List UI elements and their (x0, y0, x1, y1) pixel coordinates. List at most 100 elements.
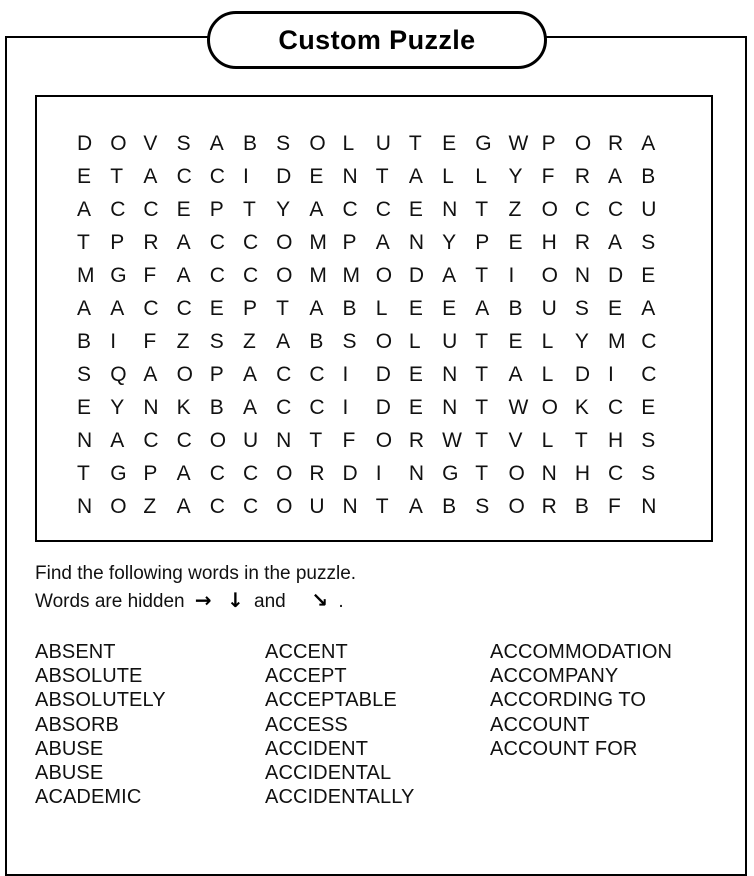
puzzle-grid-cell[interactable]: C (641, 364, 674, 385)
word-list-item[interactable]: ACCIDENTAL (265, 761, 490, 785)
puzzle-grid-cell[interactable]: C (608, 199, 641, 220)
puzzle-grid-cell[interactable]: R (608, 133, 641, 154)
puzzle-grid-cell[interactable]: U (243, 430, 276, 451)
puzzle-grid-cell[interactable]: B (575, 496, 608, 517)
puzzle-grid-cell[interactable]: C (575, 199, 608, 220)
puzzle-grid-cell[interactable]: Z (508, 199, 541, 220)
puzzle-grid-cell[interactable]: Y (442, 232, 475, 253)
puzzle-grid-cell[interactable]: D (608, 265, 641, 286)
puzzle-grid-cell[interactable]: E (641, 265, 674, 286)
puzzle-grid-cell[interactable]: B (210, 397, 243, 418)
puzzle-grid-cell[interactable]: S (343, 331, 376, 352)
puzzle-grid-cell[interactable]: O (276, 463, 309, 484)
word-list-item[interactable]: ABSENT (35, 640, 265, 664)
puzzle-grid-cell[interactable]: D (276, 166, 309, 187)
puzzle-grid-cell[interactable]: A (442, 265, 475, 286)
puzzle-grid-cell[interactable]: C (641, 331, 674, 352)
puzzle-grid-cell[interactable]: R (575, 166, 608, 187)
word-list-item[interactable]: ACCOMPANY (490, 664, 735, 688)
puzzle-grid-cell[interactable]: E (77, 166, 110, 187)
puzzle-grid-cell[interactable]: C (276, 397, 309, 418)
puzzle-grid-cell[interactable]: S (641, 232, 674, 253)
puzzle-grid-cell[interactable]: G (442, 463, 475, 484)
puzzle-grid-cell[interactable]: C (243, 496, 276, 517)
puzzle-grid-cell[interactable]: P (542, 133, 575, 154)
puzzle-grid-cell[interactable]: V (143, 133, 176, 154)
puzzle-grid-cell[interactable]: C (110, 199, 143, 220)
puzzle-grid-cell[interactable]: W (508, 397, 541, 418)
puzzle-grid-cell[interactable]: P (110, 232, 143, 253)
puzzle-grid-cell[interactable]: V (508, 430, 541, 451)
puzzle-grid-cell[interactable]: E (508, 232, 541, 253)
puzzle-grid-cell[interactable]: E (508, 331, 541, 352)
puzzle-grid-cell[interactable]: F (343, 430, 376, 451)
puzzle-grid-cell[interactable]: D (376, 397, 409, 418)
puzzle-grid-cell[interactable]: I (508, 265, 541, 286)
puzzle-grid-cell[interactable]: H (542, 232, 575, 253)
puzzle-grid-cell[interactable]: R (143, 232, 176, 253)
puzzle-grid-cell[interactable]: C (143, 199, 176, 220)
puzzle-grid-cell[interactable]: N (542, 463, 575, 484)
puzzle-grid-cell[interactable]: Y (508, 166, 541, 187)
puzzle-grid-cell[interactable]: E (409, 397, 442, 418)
puzzle-grid-cell[interactable]: R (542, 496, 575, 517)
puzzle-grid-cell[interactable]: L (343, 133, 376, 154)
puzzle-grid-cell[interactable]: O (542, 265, 575, 286)
puzzle-grid-cell[interactable]: Y (110, 397, 143, 418)
puzzle-grid-cell[interactable]: R (409, 430, 442, 451)
puzzle-grid-cell[interactable]: K (177, 397, 210, 418)
puzzle-grid-cell[interactable]: F (143, 265, 176, 286)
puzzle-grid-cell[interactable]: U (309, 496, 342, 517)
puzzle-grid-cell[interactable]: S (475, 496, 508, 517)
puzzle-grid-cell[interactable]: T (409, 133, 442, 154)
puzzle-grid-cell[interactable]: S (210, 331, 243, 352)
puzzle-grid-cell[interactable]: C (243, 232, 276, 253)
puzzle-grid-cell[interactable]: S (641, 463, 674, 484)
word-list-item[interactable]: ACCIDENT (265, 737, 490, 761)
puzzle-grid-cell[interactable]: C (608, 463, 641, 484)
puzzle-grid-cell[interactable]: N (409, 232, 442, 253)
puzzle-grid-cell[interactable]: P (143, 463, 176, 484)
puzzle-grid-cell[interactable]: M (608, 331, 641, 352)
puzzle-grid-cell[interactable]: N (409, 463, 442, 484)
puzzle-grid-cell[interactable]: Z (143, 496, 176, 517)
puzzle-grid-cell[interactable]: D (409, 265, 442, 286)
puzzle-grid-cell[interactable]: K (575, 397, 608, 418)
puzzle-grid-cell[interactable]: A (77, 298, 110, 319)
puzzle-grid-cell[interactable]: I (243, 166, 276, 187)
puzzle-grid-cell[interactable]: F (608, 496, 641, 517)
word-list-item[interactable]: ACCOUNT (490, 713, 735, 737)
puzzle-grid-cell[interactable]: B (442, 496, 475, 517)
word-list-item[interactable]: ACCEPTABLE (265, 688, 490, 712)
puzzle-grid-cell[interactable]: P (243, 298, 276, 319)
puzzle-grid-cell[interactable]: A (210, 133, 243, 154)
word-list-item[interactable]: ACCOMMODATION (490, 640, 735, 664)
puzzle-grid-cell[interactable]: G (475, 133, 508, 154)
puzzle-grid-cell[interactable]: E (409, 199, 442, 220)
puzzle-grid-cell[interactable]: P (475, 232, 508, 253)
puzzle-grid-cell[interactable]: N (143, 397, 176, 418)
puzzle-grid-cell[interactable]: C (177, 430, 210, 451)
puzzle-grid-cell[interactable]: C (243, 265, 276, 286)
word-list-item[interactable]: ACADEMIC (35, 785, 265, 809)
puzzle-grid-cell[interactable]: C (210, 166, 243, 187)
puzzle-grid-cell[interactable]: I (343, 397, 376, 418)
puzzle-grid-cell[interactable]: O (542, 199, 575, 220)
puzzle-grid-cell[interactable]: B (77, 331, 110, 352)
puzzle-grid-cell[interactable]: A (177, 496, 210, 517)
puzzle-grid-cell[interactable]: O (376, 430, 409, 451)
puzzle-grid-cell[interactable]: A (110, 298, 143, 319)
puzzle-grid-cell[interactable]: T (475, 331, 508, 352)
puzzle-grid-cell[interactable]: S (77, 364, 110, 385)
puzzle-grid-cell[interactable]: N (442, 364, 475, 385)
puzzle-grid-cell[interactable]: P (210, 199, 243, 220)
puzzle-grid-cell[interactable]: N (442, 199, 475, 220)
puzzle-grid-cell[interactable]: I (343, 364, 376, 385)
puzzle-grid-cell[interactable]: O (177, 364, 210, 385)
puzzle-grid-cell[interactable]: L (376, 298, 409, 319)
puzzle-grid-cell[interactable]: B (508, 298, 541, 319)
puzzle-grid-cell[interactable]: A (177, 265, 210, 286)
word-list-item[interactable]: ACCORDING TO (490, 688, 735, 712)
word-list-item[interactable]: ACCOUNT FOR (490, 737, 735, 761)
puzzle-grid-cell[interactable]: E (210, 298, 243, 319)
